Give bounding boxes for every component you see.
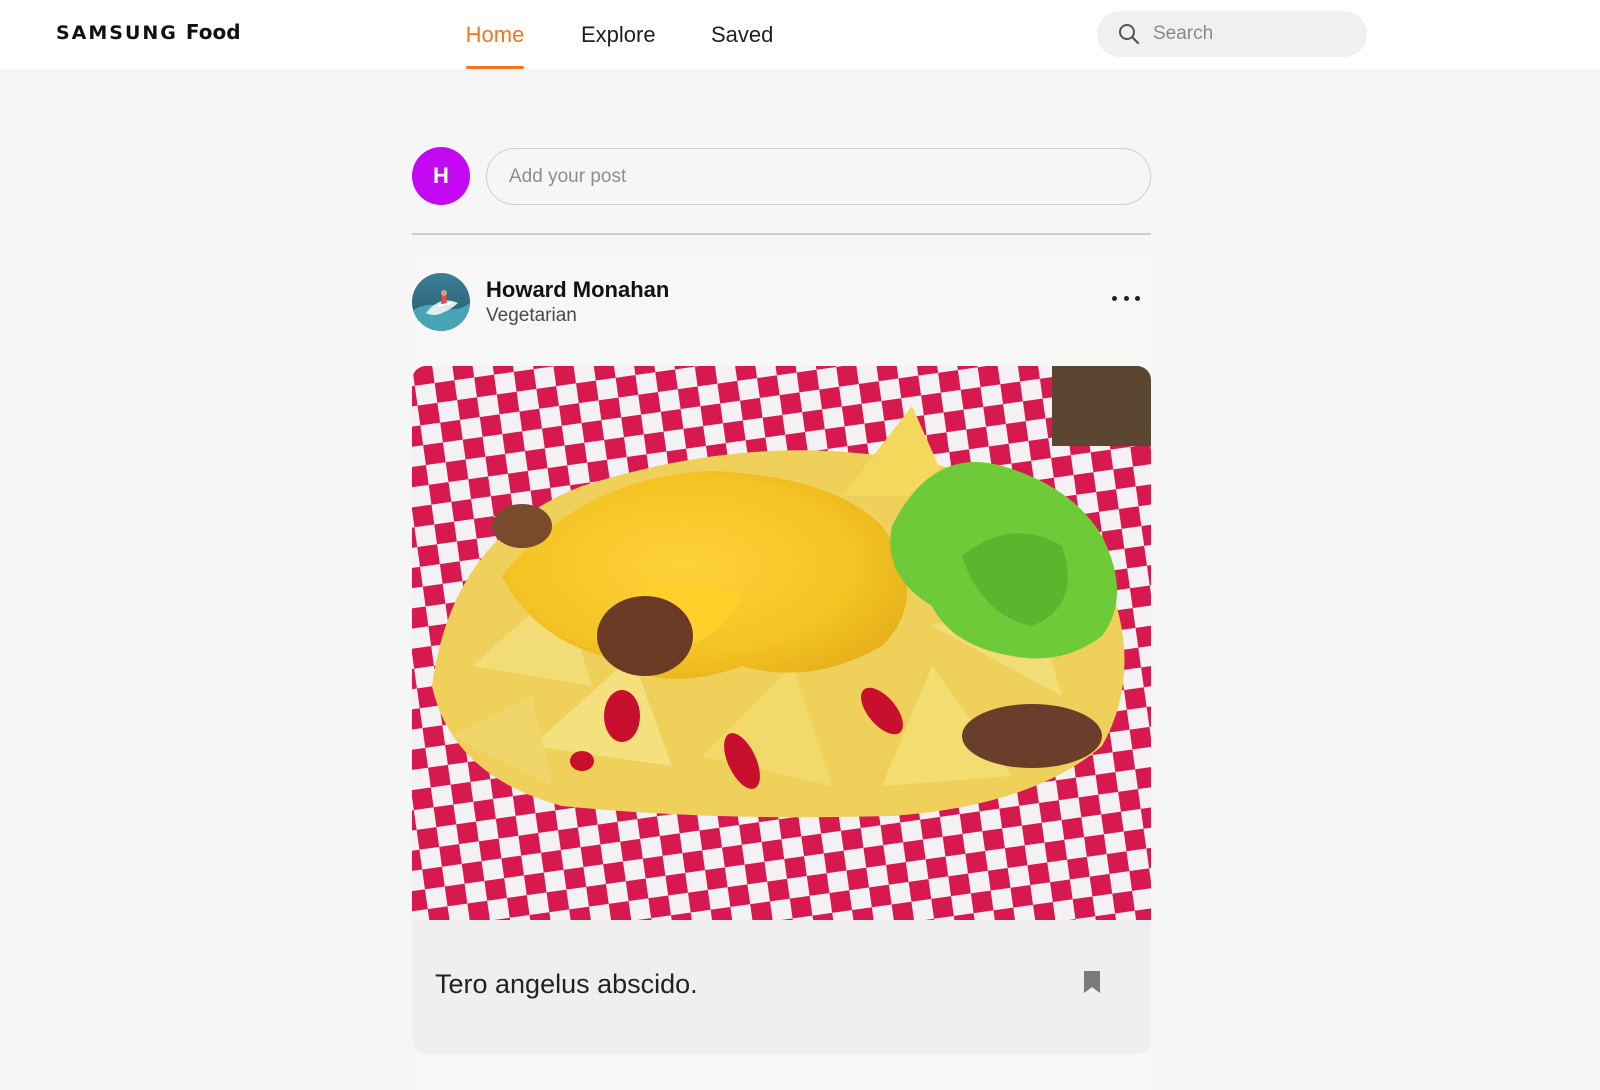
logo-samsung-text: SAMSUNG [56,22,178,44]
samsung-food-logo[interactable]: SAMSUNG Food [56,20,241,48]
tab-explore[interactable]: Explore [581,0,656,69]
post-image[interactable] [412,366,1151,920]
author-diet-tag: Vegetarian [486,305,577,326]
post-caption: Tero angelus abscido. [435,969,698,999]
logo-food-text: Food [185,20,241,44]
tab-saved[interactable]: Saved [711,0,773,69]
search-box[interactable] [1097,11,1367,57]
author-avatar-image [412,273,470,331]
bookmark-icon[interactable] [1082,970,1102,994]
nachos-photo [412,366,1151,920]
dot [1123,295,1129,301]
author-name[interactable]: Howard Monahan [486,277,669,303]
top-navigation-bar: SAMSUNG Food Home Explore Saved [0,0,1600,69]
post-caption-area: Tero angelus abscido. [412,920,1151,1054]
add-post-input[interactable]: Add your post [486,148,1151,205]
more-options-icon[interactable] [1112,288,1140,308]
search-input[interactable] [1153,23,1353,45]
tab-home[interactable]: Home [466,0,524,69]
search-icon [1119,24,1140,45]
author-avatar[interactable] [412,273,470,331]
feed-post: Howard Monahan Vegetarian Tero angelus a… [412,254,1151,1090]
dot [1112,295,1117,301]
composer-divider [412,233,1151,235]
dot [1135,295,1140,301]
current-user-avatar[interactable]: H [412,147,470,205]
